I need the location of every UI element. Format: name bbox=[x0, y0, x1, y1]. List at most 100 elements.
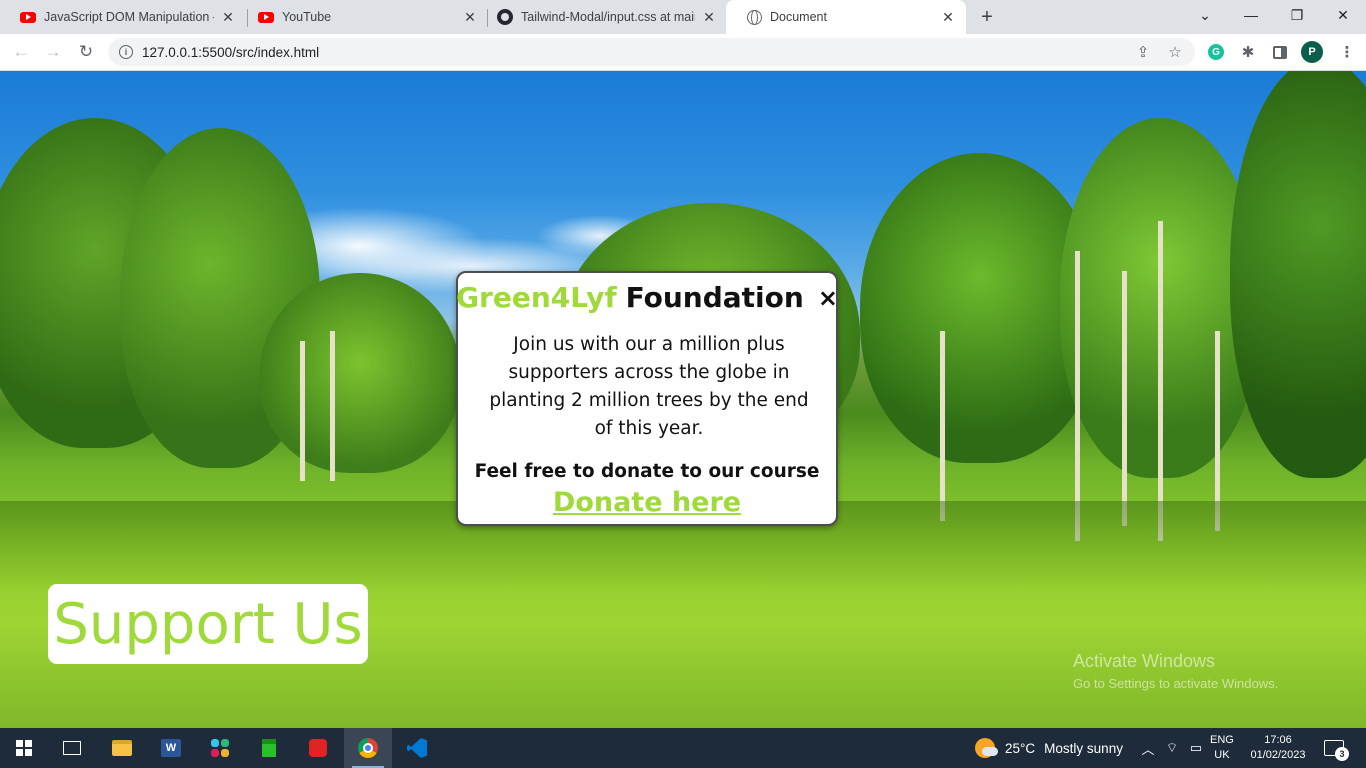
globe-icon bbox=[746, 9, 762, 25]
restore-icon: ❐ bbox=[1290, 6, 1304, 23]
chrome-icon bbox=[358, 738, 378, 758]
watermark-title: Activate Windows bbox=[1073, 651, 1216, 671]
support-us-button[interactable]: Support Us bbox=[48, 584, 368, 664]
forward-button[interactable]: → bbox=[40, 39, 66, 65]
tab-title: Document bbox=[770, 10, 827, 24]
puzzle-icon: ✱ bbox=[1241, 44, 1255, 61]
language-text: ENG UK bbox=[1210, 733, 1234, 763]
clock-date: 01/02/2023 bbox=[1250, 749, 1306, 761]
pipe-icon bbox=[262, 739, 276, 757]
battery-icon[interactable]: ▭ bbox=[1185, 740, 1207, 756]
back-button[interactable]: ← bbox=[8, 39, 34, 65]
modal-description: Join us with our a million plus supporte… bbox=[489, 334, 809, 439]
site-info-icon[interactable]: i bbox=[119, 45, 133, 59]
address-url[interactable]: 127.0.0.1:5500/src/index.html bbox=[142, 45, 1131, 60]
arrow-right-icon: → bbox=[44, 42, 62, 61]
tree-trunk bbox=[300, 341, 305, 481]
watermark-subtitle: Go to Settings to activate Windows. bbox=[1073, 676, 1279, 691]
chrome-button[interactable] bbox=[344, 728, 392, 768]
restore-button[interactable]: ❐ bbox=[1274, 0, 1320, 30]
tree-trunk bbox=[1075, 251, 1080, 541]
browser-tab-strip: JavaScript DOM Manipulation – F ✕ YouTub… bbox=[0, 0, 1366, 34]
red-app-button[interactable] bbox=[294, 728, 342, 768]
browser-menu-button[interactable]: ⋮ bbox=[1336, 41, 1358, 63]
windows-taskbar: W 25°C Mostly sunny ︿ ⌔ ▭ ENG UK 17:06 0… bbox=[0, 728, 1366, 768]
chevron-up-icon[interactable]: ︿ bbox=[1139, 739, 1157, 758]
tab-tailwind-modal[interactable]: Tailwind-Modal/input.css at main ✕ bbox=[477, 0, 727, 34]
reload-button[interactable]: ↻ bbox=[73, 39, 99, 65]
clock-text: 17:06 01/02/2023 bbox=[1250, 733, 1305, 763]
profile-button[interactable]: P bbox=[1301, 41, 1323, 63]
notification-center-button[interactable]: 3 bbox=[1322, 728, 1349, 768]
reload-icon: ↻ bbox=[78, 42, 94, 61]
close-icon: ✕ bbox=[1337, 6, 1349, 23]
chevron-down-icon: ⌄ bbox=[1199, 6, 1211, 23]
tab-youtube[interactable]: YouTube ✕ bbox=[238, 0, 488, 34]
tab-title: YouTube bbox=[282, 10, 332, 24]
activate-windows-watermark: Activate Windows Go to Settings to activ… bbox=[1073, 651, 1278, 691]
slack-icon bbox=[211, 739, 229, 757]
notification-icon: 3 bbox=[1324, 740, 1349, 761]
tab-search-button[interactable]: ⌄ bbox=[1182, 0, 1228, 30]
vscode-button[interactable] bbox=[393, 728, 441, 768]
donate-link[interactable]: Donate here bbox=[458, 487, 836, 518]
tree-trunk bbox=[940, 331, 945, 521]
grammarly-icon: G bbox=[1208, 44, 1224, 60]
clock-time: 17:06 bbox=[1264, 734, 1292, 746]
modal-cta-text: Feel free to donate to our course bbox=[474, 461, 820, 482]
keyboard-layout: UK bbox=[1214, 749, 1230, 761]
grammarly-extension[interactable]: G bbox=[1205, 41, 1227, 63]
word-button[interactable]: W bbox=[147, 728, 195, 768]
wifi-icon[interactable]: ⌔ bbox=[1161, 740, 1183, 756]
modal-close-button[interactable]: × bbox=[818, 284, 838, 312]
slack-button[interactable] bbox=[196, 728, 244, 768]
pipe-app-button[interactable] bbox=[245, 728, 293, 768]
weather-widget[interactable]: 25°C Mostly sunny bbox=[975, 728, 1123, 768]
browser-toolbar: ← → ↻ i 127.0.0.1:5500/src/index.html ⇪ … bbox=[0, 34, 1366, 71]
tree-trunk bbox=[330, 331, 335, 481]
file-explorer-button[interactable] bbox=[98, 728, 146, 768]
system-tray: ︿ ⌔ ▭ bbox=[1139, 728, 1207, 768]
task-view-icon bbox=[63, 741, 81, 755]
word-icon: W bbox=[161, 739, 181, 757]
new-tab-button[interactable]: + bbox=[975, 5, 999, 29]
close-tab-icon[interactable]: ✕ bbox=[462, 9, 478, 25]
tab-javascript-dom[interactable]: JavaScript DOM Manipulation – F ✕ bbox=[0, 0, 246, 34]
weather-temperature: 25°C bbox=[1005, 740, 1036, 756]
app-icon bbox=[309, 739, 327, 757]
share-icon[interactable]: ⇪ bbox=[1131, 40, 1155, 64]
windows-icon bbox=[16, 740, 32, 756]
close-tab-icon[interactable]: ✕ bbox=[940, 9, 956, 25]
vscode-icon bbox=[407, 738, 427, 758]
task-view-button[interactable] bbox=[48, 728, 96, 768]
extensions-button[interactable]: ✱ bbox=[1237, 41, 1259, 63]
partly-sunny-icon bbox=[975, 738, 998, 758]
more-vert-icon: ⋮ bbox=[1339, 44, 1355, 61]
close-window-button[interactable]: ✕ bbox=[1320, 0, 1366, 30]
minimize-icon: — bbox=[1244, 7, 1258, 23]
folder-icon bbox=[112, 740, 132, 756]
close-tab-icon[interactable]: ✕ bbox=[220, 9, 236, 25]
start-button[interactable] bbox=[0, 728, 48, 768]
side-panel-button[interactable] bbox=[1269, 41, 1291, 63]
bookmark-star-icon[interactable]: ☆ bbox=[1163, 40, 1187, 64]
arrow-left-icon: ← bbox=[12, 42, 30, 61]
clock[interactable]: 17:06 01/02/2023 bbox=[1246, 728, 1310, 768]
tab-title: Tailwind-Modal/input.css at main bbox=[521, 10, 695, 24]
language-indicator[interactable]: ENG UK bbox=[1210, 728, 1240, 768]
brand-name-rest: Foundation bbox=[625, 281, 804, 314]
youtube-icon bbox=[258, 9, 274, 25]
avatar: P bbox=[1301, 41, 1323, 63]
youtube-icon bbox=[20, 9, 36, 25]
tab-document[interactable]: Document ✕ bbox=[726, 0, 966, 34]
close-tab-icon[interactable]: ✕ bbox=[701, 9, 717, 25]
weather-description: Mostly sunny bbox=[1044, 740, 1123, 756]
notification-badge: 3 bbox=[1335, 747, 1349, 761]
tab-title: JavaScript DOM Manipulation – F bbox=[44, 10, 214, 24]
tree-trunk bbox=[1158, 221, 1163, 541]
minimize-button[interactable]: — bbox=[1228, 0, 1274, 30]
page-background-forest: Green4Lyf Foundation × Join us with our … bbox=[0, 71, 1366, 728]
language-code: ENG bbox=[1210, 734, 1234, 746]
tree-trunk bbox=[1122, 271, 1127, 526]
address-bar[interactable]: i 127.0.0.1:5500/src/index.html ⇪ ☆ bbox=[108, 38, 1195, 66]
